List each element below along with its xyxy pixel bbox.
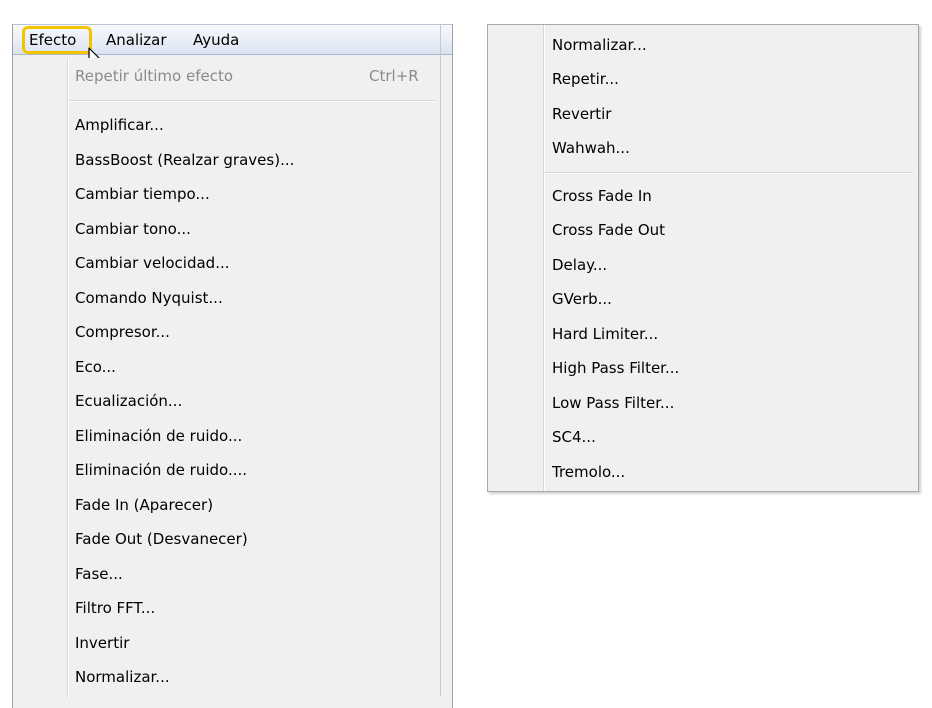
menu-item-cambiar-velocidad[interactable]: Cambiar velocidad... xyxy=(75,254,230,272)
menu-gutter-line xyxy=(543,25,544,491)
menu-item-ecualizacion[interactable]: Ecualización... xyxy=(75,392,182,410)
menu-item-tremolo[interactable]: Tremolo... xyxy=(552,463,625,481)
menu-item-invertir[interactable]: Invertir xyxy=(75,634,129,652)
menu-item-normalizar[interactable]: Normalizar... xyxy=(75,668,170,686)
menu-item-cross-fade-out[interactable]: Cross Fade Out xyxy=(552,221,665,239)
efecto-dropdown: Repetir último efecto Ctrl+R Amplificar.… xyxy=(17,58,443,698)
menu-analizar[interactable]: Analizar xyxy=(106,31,167,49)
menu-item-repetir[interactable]: Repetir... xyxy=(552,70,619,88)
menu-item-repetir-ultimo-efecto: Repetir último efecto xyxy=(75,67,234,85)
menu-item-eliminacion-ruido[interactable]: Eliminación de ruido... xyxy=(75,427,242,445)
shortcut-ctrl-r: Ctrl+R xyxy=(369,67,419,85)
menu-item-compresor[interactable]: Compresor... xyxy=(75,323,170,341)
menu-item-eliminacion-ruido-2[interactable]: Eliminación de ruido.... xyxy=(75,461,247,479)
efecto-highlight-ring xyxy=(22,26,92,54)
menu-item-fase[interactable]: Fase... xyxy=(75,565,123,583)
menu-item-cross-fade-in[interactable]: Cross Fade In xyxy=(552,187,652,205)
menu-item-revertir[interactable]: Revertir xyxy=(552,105,611,123)
menu-item-comando-nyquist[interactable]: Comando Nyquist... xyxy=(75,289,223,307)
menu-item-hard-limiter[interactable]: Hard Limiter... xyxy=(552,325,658,343)
menu-item-normalizar[interactable]: Normalizar... xyxy=(552,36,647,54)
menu-separator xyxy=(545,172,913,173)
menu-item-fade-in[interactable]: Fade In (Aparecer) xyxy=(75,496,213,514)
menu-item-gverb[interactable]: GVerb... xyxy=(552,290,612,308)
menu-border-line xyxy=(440,24,441,696)
menu-item-bassboost[interactable]: BassBoost (Realzar graves)... xyxy=(75,151,294,169)
menu-ayuda[interactable]: Ayuda xyxy=(193,31,239,49)
menu-item-wahwah[interactable]: Wahwah... xyxy=(552,139,630,157)
menu-item-sc4[interactable]: SC4... xyxy=(552,428,596,446)
menu-item-low-pass-filter[interactable]: Low Pass Filter... xyxy=(552,394,674,412)
menu-item-filtro-fft[interactable]: Filtro FFT... xyxy=(75,599,155,617)
effect-menu-window: Efecto Analizar Ayuda Repetir último efe… xyxy=(12,24,453,708)
menu-separator xyxy=(69,100,437,101)
effect-menu-continued: Normalizar... Repetir... Revertir Wahwah… xyxy=(487,24,919,492)
menu-item-fade-out[interactable]: Fade Out (Desvanecer) xyxy=(75,530,248,548)
menu-item-cambiar-tono[interactable]: Cambiar tono... xyxy=(75,220,191,238)
menu-gutter-line xyxy=(67,58,68,698)
menu-item-high-pass-filter[interactable]: High Pass Filter... xyxy=(552,359,679,377)
menu-bar: Efecto Analizar Ayuda xyxy=(13,24,452,71)
menu-item-cambiar-tiempo[interactable]: Cambiar tiempo... xyxy=(75,185,210,203)
menu-item-amplificar[interactable]: Amplificar... xyxy=(75,116,164,134)
menu-item-eco[interactable]: Eco... xyxy=(75,358,116,376)
menu-item-delay[interactable]: Delay... xyxy=(552,256,607,274)
